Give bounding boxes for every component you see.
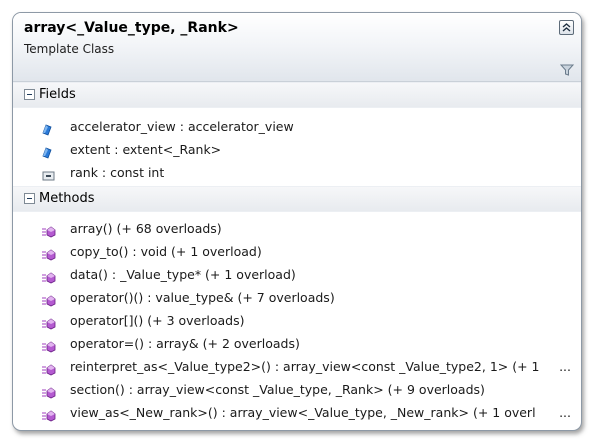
method-text: operator[]() (+ 3 overloads) xyxy=(70,313,245,328)
method-icon xyxy=(42,384,56,399)
class-shape[interactable]: array<_Value_type, _Rank> Template Class… xyxy=(12,12,582,431)
method-item[interactable]: section() : array_view<const _Value_type… xyxy=(13,379,581,402)
method-icon xyxy=(42,223,56,238)
filter-icon[interactable] xyxy=(559,62,575,76)
method-icon xyxy=(42,269,56,284)
method-text: operator=() : array& (+ 2 overloads) xyxy=(70,336,300,351)
fields-section-header[interactable]: Fields xyxy=(13,82,581,108)
method-item[interactable]: view_as<_New_rank>() : array_view<_Value… xyxy=(13,402,581,425)
chevron-up-double-icon xyxy=(562,23,571,32)
method-item[interactable]: array() (+ 68 overloads) xyxy=(13,218,581,241)
method-icon xyxy=(42,361,56,376)
truncation-ellipsis: ... xyxy=(559,405,571,420)
methods-section-label: Methods xyxy=(39,191,95,206)
method-text: operator()() : value_type& (+ 7 overload… xyxy=(70,290,335,305)
field-text: rank : const int xyxy=(70,165,165,180)
methods-section-header[interactable]: Methods xyxy=(13,186,581,212)
collapse-button[interactable] xyxy=(559,20,574,35)
class-subtitle: Template Class xyxy=(24,42,115,56)
method-item[interactable]: operator=() : array& (+ 2 overloads) xyxy=(13,333,581,356)
method-item[interactable]: copy_to() : void (+ 1 overload) xyxy=(13,241,581,264)
fields-collapse-toggle[interactable] xyxy=(24,89,35,100)
constant-icon xyxy=(42,167,56,181)
class-header: array<_Value_type, _Rank> Template Class xyxy=(13,13,581,82)
field-icon xyxy=(42,121,56,136)
method-text: data() : _Value_type* (+ 1 overload) xyxy=(70,267,296,282)
method-item[interactable]: reinterpret_as<_Value_type2>() : array_v… xyxy=(13,356,581,379)
fields-section-label: Fields xyxy=(39,87,76,102)
method-icon xyxy=(42,338,56,353)
method-text: reinterpret_as<_Value_type2>() : array_v… xyxy=(70,359,540,374)
method-icon xyxy=(42,292,56,307)
methods-list: array() (+ 68 overloads) copy_to() : voi… xyxy=(13,212,581,425)
method-item[interactable]: operator()() : value_type& (+ 7 overload… xyxy=(13,287,581,310)
method-icon xyxy=(42,315,56,330)
method-text: view_as<_New_rank>() : array_view<_Value… xyxy=(70,405,536,420)
method-item[interactable]: data() : _Value_type* (+ 1 overload) xyxy=(13,264,581,287)
field-icon xyxy=(42,144,56,159)
method-icon xyxy=(42,407,56,422)
field-text: accelerator_view : accelerator_view xyxy=(70,119,294,134)
truncation-ellipsis: ... xyxy=(559,359,571,374)
methods-collapse-toggle[interactable] xyxy=(24,193,35,204)
field-text: extent : extent<_Rank> xyxy=(70,142,222,157)
method-text: array() (+ 68 overloads) xyxy=(70,221,222,236)
class-title: array<_Value_type, _Rank> xyxy=(24,20,239,36)
field-item[interactable]: extent : extent<_Rank> xyxy=(13,139,581,162)
method-text: copy_to() : void (+ 1 overload) xyxy=(70,244,262,259)
field-item[interactable]: accelerator_view : accelerator_view xyxy=(13,116,581,139)
field-item[interactable]: rank : const int xyxy=(13,162,581,185)
fields-list: accelerator_view : accelerator_view exte… xyxy=(13,108,581,186)
method-item[interactable]: operator[]() (+ 3 overloads) xyxy=(13,310,581,333)
method-icon xyxy=(42,246,56,261)
method-text: section() : array_view<const _Value_type… xyxy=(70,382,485,397)
